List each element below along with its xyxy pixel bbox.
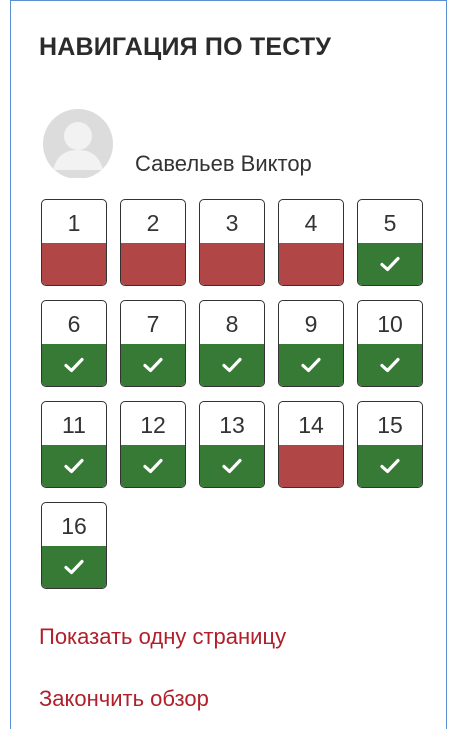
checkmark-icon xyxy=(64,559,84,575)
question-number: 6 xyxy=(67,311,81,337)
checkmark-icon xyxy=(64,357,84,373)
question-button-16[interactable]: 16 xyxy=(41,502,107,589)
question-status-incorrect xyxy=(279,243,343,285)
question-status-correct xyxy=(358,344,422,386)
question-number: 7 xyxy=(146,311,160,337)
question-status-correct xyxy=(200,344,264,386)
question-number: 2 xyxy=(146,210,160,236)
checkmark-icon xyxy=(301,357,321,373)
question-button-2[interactable]: 2 xyxy=(120,199,186,286)
question-status-incorrect xyxy=(42,243,106,285)
question-button-7[interactable]: 7 xyxy=(120,300,186,387)
question-status-incorrect xyxy=(200,243,264,285)
question-status-incorrect xyxy=(121,243,185,285)
checkmark-icon xyxy=(64,458,84,474)
checkmark-icon xyxy=(380,458,400,474)
question-status-correct xyxy=(121,445,185,487)
question-button-13[interactable]: 13 xyxy=(199,401,265,488)
question-status-incorrect xyxy=(279,445,343,487)
question-button-9[interactable]: 9 xyxy=(278,300,344,387)
question-button-8[interactable]: 8 xyxy=(199,300,265,387)
checkmark-icon xyxy=(222,357,242,373)
question-button-5[interactable]: 5 xyxy=(357,199,423,286)
user-name[interactable]: Савельев Виктор xyxy=(135,151,312,177)
question-status-correct xyxy=(42,546,106,588)
question-number: 4 xyxy=(304,210,318,236)
checkmark-icon xyxy=(380,256,400,272)
question-button-12[interactable]: 12 xyxy=(120,401,186,488)
question-status-correct xyxy=(42,445,106,487)
block-title: НАВИГАЦИЯ ПО ТЕСТУ xyxy=(39,33,332,61)
question-number: 14 xyxy=(298,412,324,438)
question-button-4[interactable]: 4 xyxy=(278,199,344,286)
question-status-correct xyxy=(121,344,185,386)
quiz-navigation-block: НАВИГАЦИЯ ПО ТЕСТУ Савельев Виктор 12345… xyxy=(10,0,447,729)
question-button-14[interactable]: 14 xyxy=(278,401,344,488)
question-button-1[interactable]: 1 xyxy=(41,199,107,286)
question-button-15[interactable]: 15 xyxy=(357,401,423,488)
question-status-correct xyxy=(42,344,106,386)
question-number: 10 xyxy=(377,311,403,337)
finish-review-link[interactable]: Закончить обзор xyxy=(39,686,209,712)
question-status-correct xyxy=(279,344,343,386)
question-number: 15 xyxy=(377,412,403,438)
checkmark-icon xyxy=(222,458,242,474)
question-number: 5 xyxy=(383,210,397,236)
question-button-11[interactable]: 11 xyxy=(41,401,107,488)
question-status-correct xyxy=(358,445,422,487)
question-number: 11 xyxy=(62,412,86,438)
question-number: 8 xyxy=(225,311,239,337)
question-status-correct xyxy=(358,243,422,285)
question-number: 1 xyxy=(67,210,81,236)
user-avatar-icon[interactable] xyxy=(39,108,117,178)
question-number: 9 xyxy=(304,311,318,337)
question-number: 3 xyxy=(225,210,239,236)
checkmark-icon xyxy=(143,357,163,373)
question-button-3[interactable]: 3 xyxy=(199,199,265,286)
question-number: 12 xyxy=(140,412,166,438)
show-one-page-link[interactable]: Показать одну страницу xyxy=(39,624,286,650)
question-status-correct xyxy=(200,445,264,487)
question-number: 13 xyxy=(219,412,245,438)
question-button-10[interactable]: 10 xyxy=(357,300,423,387)
checkmark-icon xyxy=(143,458,163,474)
checkmark-icon xyxy=(380,357,400,373)
question-number: 16 xyxy=(61,513,87,539)
question-button-6[interactable]: 6 xyxy=(41,300,107,387)
